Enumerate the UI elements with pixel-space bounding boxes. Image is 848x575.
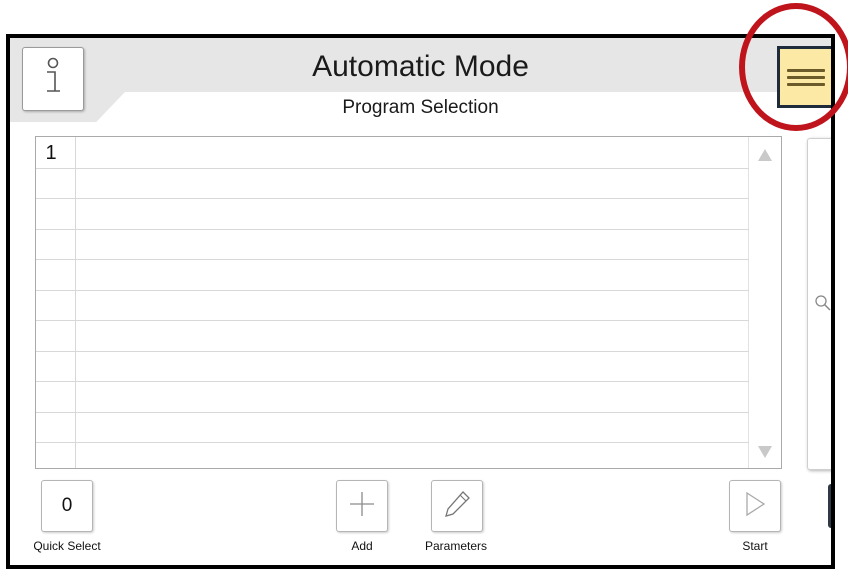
pencil-icon <box>442 489 472 524</box>
highlight-annotation-circle <box>739 3 848 131</box>
quick-select-label: Quick Select <box>33 539 101 553</box>
table-row-divider <box>36 229 749 230</box>
header: Automatic Mode Program Selection <box>10 38 831 124</box>
table-row-divider <box>36 168 749 169</box>
quick-select-field[interactable]: 0 <box>41 480 93 532</box>
search-panel[interactable] <box>807 138 831 470</box>
table-row-divider <box>36 381 749 382</box>
triangle-up-icon[interactable] <box>758 149 772 161</box>
list-scrollbar[interactable] <box>748 137 781 468</box>
table-row-divider <box>36 351 749 352</box>
table-row-divider <box>36 259 749 260</box>
quick-select-value: 0 <box>61 495 73 516</box>
tab-handle-icon <box>831 490 835 498</box>
triangle-down-icon[interactable] <box>758 446 772 458</box>
table-row-number[interactable]: 1 <box>36 142 66 165</box>
play-icon <box>742 490 768 523</box>
table-row-divider <box>36 290 749 291</box>
start-button[interactable] <box>729 480 781 532</box>
table-row-divider <box>36 198 749 199</box>
app-frame: Automatic Mode Program Selection 1 0 Qui… <box>6 34 835 569</box>
table-row-divider <box>36 320 749 321</box>
program-list[interactable]: 1 <box>35 136 782 469</box>
plus-icon <box>347 489 377 524</box>
page-subtitle: Program Selection <box>342 97 499 118</box>
search-icon[interactable] <box>813 293 831 318</box>
table-row-divider <box>36 442 749 443</box>
parameters-button[interactable] <box>431 480 483 532</box>
side-pull-tab[interactable] <box>828 484 835 528</box>
parameters-label: Parameters <box>424 539 488 553</box>
add-label: Add <box>351 539 373 553</box>
row-number-column <box>36 137 76 468</box>
page-title: Automatic Mode <box>312 50 529 83</box>
add-button[interactable] <box>336 480 388 532</box>
start-label: Start <box>742 539 768 553</box>
table-row-divider <box>36 412 749 413</box>
